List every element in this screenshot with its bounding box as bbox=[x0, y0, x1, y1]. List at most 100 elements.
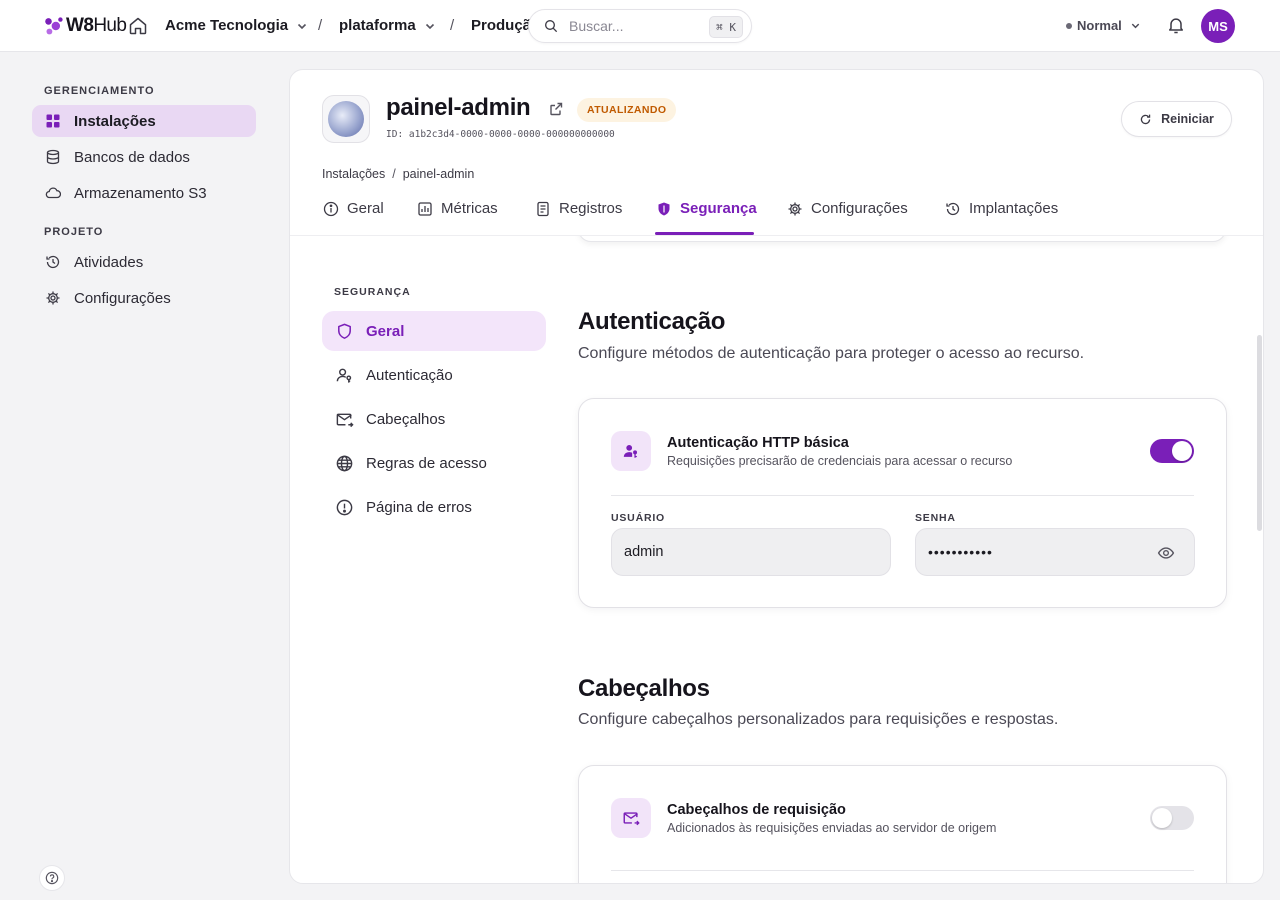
sidebar-item-label: Configurações bbox=[74, 289, 171, 307]
mode-selector[interactable]: Normal bbox=[1066, 18, 1141, 33]
database-icon bbox=[46, 149, 60, 165]
previous-card bbox=[578, 236, 1226, 242]
security-nav-general[interactable]: Geral bbox=[322, 311, 546, 351]
basic-auth-card: Autenticação HTTP básica Requisições pre… bbox=[578, 398, 1227, 608]
tab-logs[interactable]: Registros bbox=[535, 200, 622, 234]
user-key-icon bbox=[336, 368, 352, 383]
chart-icon bbox=[418, 202, 432, 216]
external-link-icon[interactable] bbox=[548, 101, 564, 117]
username-field-box bbox=[611, 528, 891, 576]
document-icon bbox=[537, 201, 549, 217]
breadcrumb-separator: / bbox=[392, 167, 396, 181]
card-icon bbox=[611, 431, 651, 471]
search-box[interactable]: ⌘ K bbox=[528, 9, 752, 43]
user-key-icon bbox=[623, 444, 638, 458]
request-headers-card: Cabeçalhos de requisição Adicionados às … bbox=[578, 765, 1227, 883]
card-divider bbox=[611, 495, 1194, 496]
card-description: Adicionados às requisições enviadas ao s… bbox=[667, 821, 997, 835]
section-description: Configure cabeçalhos personalizados para… bbox=[578, 711, 1059, 728]
password-label: SENHA bbox=[915, 512, 956, 524]
app-logo[interactable]: W8Hub bbox=[43, 12, 127, 40]
help-button[interactable] bbox=[39, 865, 65, 891]
home-icon[interactable] bbox=[128, 16, 148, 36]
mode-label: Normal bbox=[1077, 18, 1122, 33]
tab-label: Registros bbox=[559, 200, 623, 217]
scrollbar[interactable] bbox=[1257, 335, 1262, 531]
tab-settings[interactable]: Configurações bbox=[787, 200, 908, 234]
bell-icon[interactable] bbox=[1166, 15, 1186, 35]
sidebar-item-activities[interactable]: Atividades bbox=[32, 246, 256, 278]
sidebar-item-databases[interactable]: Bancos de dados bbox=[32, 141, 256, 173]
request-headers-toggle[interactable] bbox=[1150, 806, 1194, 830]
sidebar-item-installations[interactable]: Instalações bbox=[32, 105, 256, 137]
info-icon bbox=[323, 201, 339, 217]
breadcrumb-separator: / bbox=[450, 17, 455, 34]
gear-icon bbox=[46, 291, 60, 305]
resource-icon bbox=[322, 95, 370, 143]
tab-label: Configurações bbox=[811, 200, 908, 217]
sidebar-item-label: Instalações bbox=[74, 112, 156, 130]
security-nav-label: Cabeçalhos bbox=[366, 410, 446, 428]
sidebar-item-s3-storage[interactable]: Armazenamento S3 bbox=[32, 177, 256, 209]
search-input[interactable] bbox=[569, 18, 689, 34]
restart-button[interactable]: Reiniciar bbox=[1121, 101, 1232, 137]
eye-icon[interactable] bbox=[1157, 544, 1175, 562]
grid-icon bbox=[46, 114, 60, 128]
tab-label: Métricas bbox=[441, 200, 498, 217]
tab-security[interactable]: Segurança bbox=[656, 200, 757, 234]
breadcrumb-current: painel-admin bbox=[402, 167, 475, 181]
toggle-knob bbox=[1152, 808, 1172, 828]
breadcrumb-link[interactable]: Instalações bbox=[322, 167, 385, 181]
security-nav-headers[interactable]: Cabeçalhos bbox=[322, 399, 546, 439]
mail-arrow-icon bbox=[623, 812, 640, 826]
security-nav-authentication[interactable]: Autenticação bbox=[322, 355, 546, 395]
password-field-box bbox=[915, 528, 1195, 576]
environment-switcher[interactable]: Produção bbox=[471, 17, 531, 34]
alert-circle-icon bbox=[336, 499, 353, 515]
security-nav-error-pages[interactable]: Página de erros bbox=[322, 487, 546, 527]
password-field[interactable] bbox=[928, 529, 1148, 575]
sidebar-section-heading: GERENCIAMENTO bbox=[44, 85, 155, 97]
org-name: Acme Tecnologia bbox=[165, 17, 289, 34]
project-switcher[interactable]: plataforma bbox=[339, 17, 436, 34]
card-title: Cabeçalhos de requisição bbox=[667, 802, 846, 818]
toggle-knob bbox=[1172, 441, 1192, 461]
security-nav-access-rules[interactable]: Regras de acesso bbox=[322, 443, 546, 483]
sidebar-item-label: Armazenamento S3 bbox=[74, 184, 207, 202]
tab-metrics[interactable]: Métricas bbox=[417, 200, 498, 234]
globe-icon bbox=[336, 455, 353, 471]
shield-icon bbox=[338, 323, 351, 339]
username-label: USUÁRIO bbox=[611, 512, 666, 524]
security-nav-label: Regras de acesso bbox=[366, 454, 487, 472]
refresh-icon bbox=[1140, 114, 1151, 124]
tab-label: Segurança bbox=[680, 200, 757, 217]
restart-label: Reiniciar bbox=[1161, 112, 1214, 126]
chevron-down-icon bbox=[1131, 23, 1140, 29]
logo-text: W8Hub bbox=[66, 15, 127, 36]
avatar[interactable]: MS bbox=[1201, 9, 1235, 43]
globe-icon bbox=[328, 101, 364, 137]
card-description: Requisições precisarão de credenciais pa… bbox=[667, 454, 1013, 468]
card-icon bbox=[611, 798, 651, 838]
breadcrumb-separator: / bbox=[318, 17, 323, 34]
resource-id: ID: a1b2c3d4-0000-0000-0000-000000000000 bbox=[386, 129, 615, 140]
search-shortcut: ⌘ K bbox=[709, 16, 743, 38]
status-dot bbox=[1066, 22, 1072, 29]
security-nav-label: Geral bbox=[366, 322, 405, 340]
sidebar-item-settings[interactable]: Configurações bbox=[32, 282, 256, 314]
org-switcher[interactable]: Acme Tecnologia bbox=[165, 17, 308, 34]
shield-icon bbox=[658, 202, 670, 216]
tab-label: Geral bbox=[347, 200, 384, 217]
tab-label: Implantações bbox=[969, 200, 1059, 217]
history-icon bbox=[46, 255, 60, 269]
gear-icon bbox=[788, 202, 802, 216]
tab-general[interactable]: Geral bbox=[323, 200, 384, 234]
chevron-down-icon bbox=[298, 23, 307, 29]
security-content: SEGURANÇA Geral Autenticação Cabeçalhos … bbox=[290, 236, 1263, 883]
main-panel: painel-admin ATUALIZANDO ID: a1b2c3d4-00… bbox=[289, 69, 1264, 884]
tab-deployments[interactable]: Implantações bbox=[945, 200, 1058, 234]
logo-icon bbox=[45, 17, 63, 35]
username-field[interactable] bbox=[624, 529, 844, 575]
card-title: Autenticação HTTP básica bbox=[667, 435, 849, 451]
basic-auth-toggle[interactable] bbox=[1150, 439, 1194, 463]
